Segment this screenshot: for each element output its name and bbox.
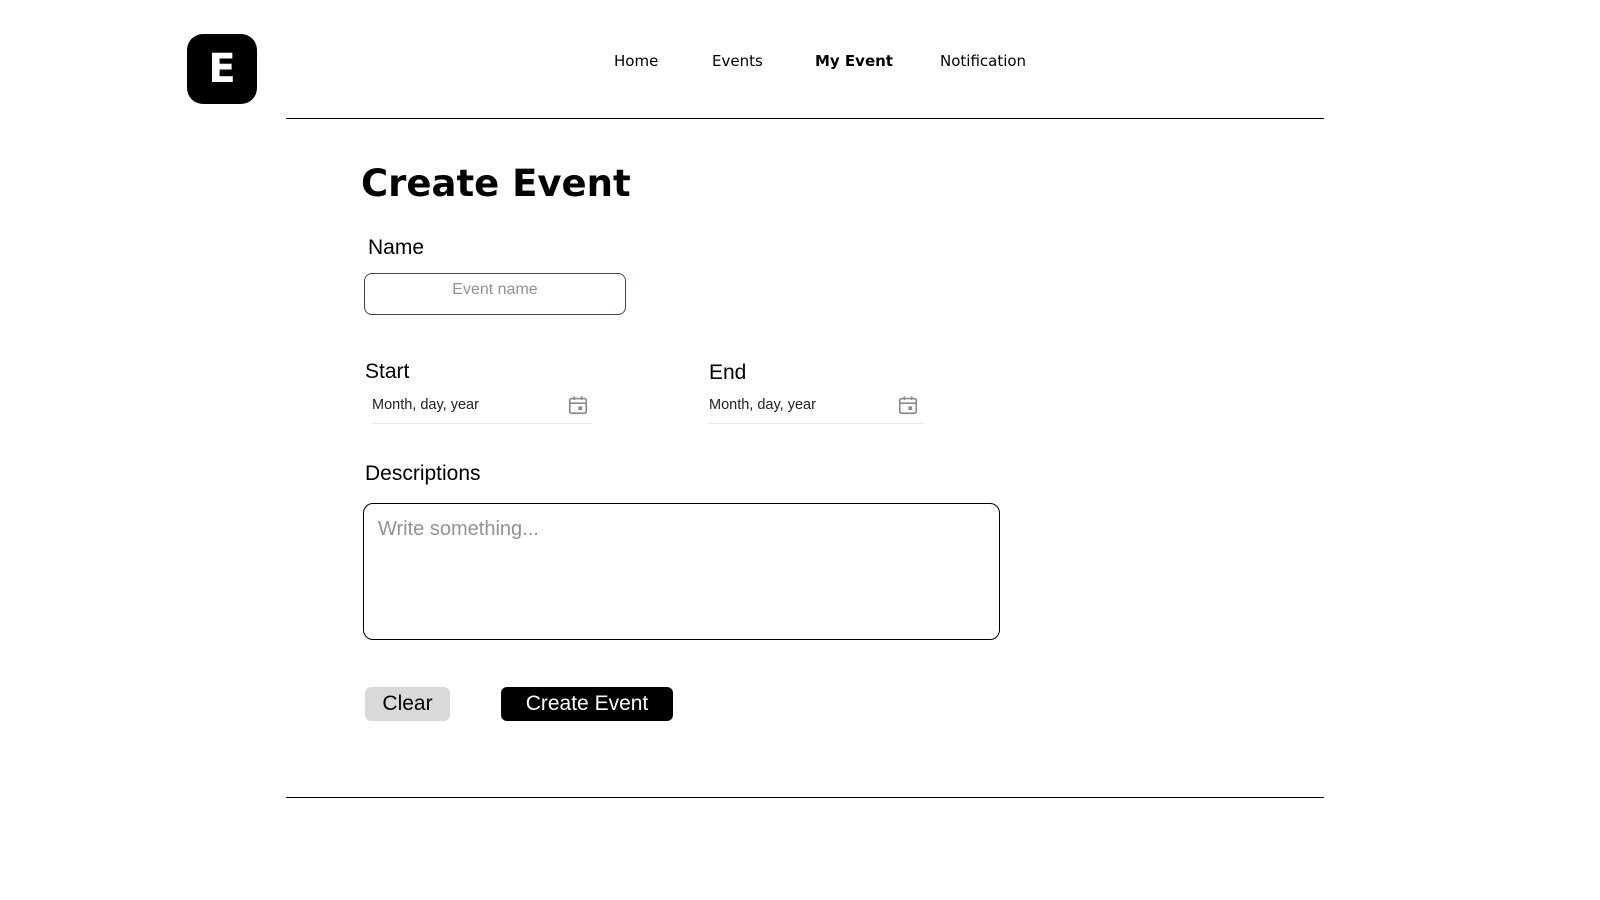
end-date-field <box>709 391 923 424</box>
calendar-icon[interactable] <box>897 393 919 417</box>
footer-divider <box>286 797 1324 798</box>
clear-button[interactable]: Clear <box>365 687 450 721</box>
start-date-input[interactable] <box>372 393 542 417</box>
create-event-page: E Home Events My Event Notification Crea… <box>0 0 1600 900</box>
calendar-icon[interactable] <box>567 393 589 417</box>
descriptions-label: Descriptions <box>365 462 481 485</box>
app-logo[interactable]: E <box>187 34 257 104</box>
end-date-input[interactable] <box>709 393 879 417</box>
create-event-button[interactable]: Create Event <box>501 687 673 721</box>
event-name-input[interactable] <box>364 273 626 315</box>
nav-item-events[interactable]: Events <box>712 52 763 70</box>
logo-letter: E <box>208 46 236 92</box>
nav-item-home[interactable]: Home <box>614 52 658 70</box>
start-label: Start <box>365 360 410 383</box>
name-label: Name <box>368 236 425 259</box>
nav-item-notification[interactable]: Notification <box>940 52 1026 70</box>
page-title: Create Event <box>361 162 631 205</box>
description-textarea[interactable] <box>363 503 1000 640</box>
nav-item-my-event[interactable]: My Event <box>815 52 893 70</box>
start-date-field <box>372 391 592 424</box>
end-label: End <box>709 361 747 384</box>
header-divider <box>286 118 1324 119</box>
